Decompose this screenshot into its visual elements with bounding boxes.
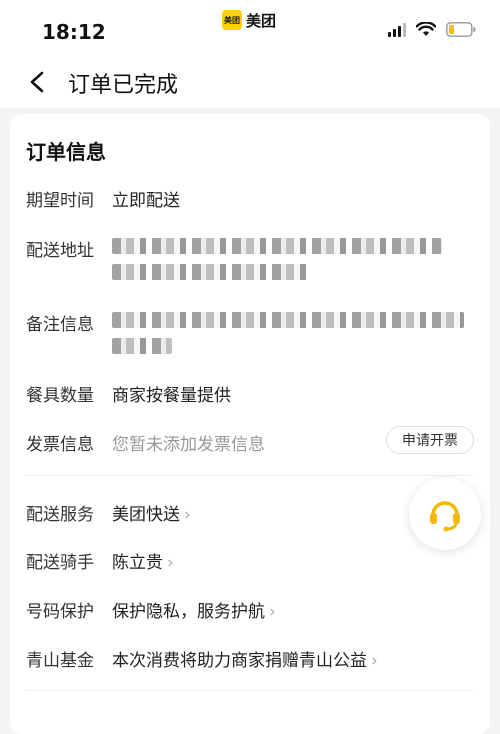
row-value: 陈立贵 › bbox=[112, 548, 174, 573]
order-info-card: 订单信息 期望时间 立即配送 配送地址 备注信息 餐具数量 商家按餐量提供 发票… bbox=[10, 114, 490, 734]
status-bar: 18:12 美团 美团 bbox=[0, 0, 500, 58]
battery-icon bbox=[446, 22, 476, 37]
row-label: 期望时间 bbox=[26, 191, 94, 211]
address-redacted bbox=[112, 264, 312, 280]
row-label: 配送服务 bbox=[26, 505, 94, 525]
row-label: 配送地址 bbox=[26, 241, 94, 261]
wifi-icon bbox=[416, 22, 436, 37]
brand-name: 美团 bbox=[246, 11, 277, 30]
brand-logo: 美团 美团 bbox=[222, 9, 276, 31]
row-label: 配送骑手 bbox=[26, 553, 94, 573]
chevron-right-icon: › bbox=[269, 602, 276, 622]
fund-value: 本次消费将助力商家捐赠青山公益 bbox=[112, 651, 367, 671]
status-icons bbox=[388, 22, 476, 37]
divider bbox=[26, 690, 474, 691]
back-arrow-icon[interactable] bbox=[26, 70, 48, 94]
row-value: 商家按餐量提供 bbox=[112, 386, 231, 406]
signal-icon bbox=[388, 22, 406, 37]
remark-redacted bbox=[112, 338, 172, 354]
brand-logo-icon: 美团 bbox=[222, 10, 242, 30]
address-redacted bbox=[112, 238, 442, 254]
row-label: 备注信息 bbox=[26, 315, 94, 335]
rider-name: 陈立贵 bbox=[112, 553, 163, 573]
customer-service-button[interactable] bbox=[409, 478, 481, 550]
row-value: 本次消费将助力商家捐赠青山公益 › bbox=[112, 646, 378, 671]
row-label: 号码保护 bbox=[26, 602, 94, 622]
row-value: 保护隐私，服务护航 › bbox=[112, 597, 276, 622]
card-title: 订单信息 bbox=[26, 140, 106, 164]
apply-invoice-button[interactable]: 申请开票 bbox=[386, 426, 474, 454]
row-label: 青山基金 bbox=[26, 651, 94, 671]
number-protect-value: 保护隐私，服务护航 bbox=[112, 602, 265, 622]
row-value: 您暂未添加发票信息 bbox=[112, 435, 265, 455]
chevron-right-icon: › bbox=[184, 505, 191, 525]
chevron-right-icon: › bbox=[371, 651, 378, 671]
nav-bar: 订单已完成 bbox=[0, 58, 500, 108]
delivery-service-value: 美团快送 bbox=[112, 505, 180, 525]
chevron-right-icon: › bbox=[167, 553, 174, 573]
divider bbox=[26, 475, 474, 476]
row-value: 立即配送 bbox=[112, 191, 180, 211]
remark-redacted bbox=[112, 312, 464, 328]
row-label: 餐具数量 bbox=[26, 386, 94, 406]
status-time: 18:12 bbox=[42, 20, 106, 44]
row-value: 美团快送 › bbox=[112, 500, 191, 525]
row-label: 发票信息 bbox=[26, 435, 94, 455]
page-title: 订单已完成 bbox=[68, 73, 179, 98]
headset-icon bbox=[430, 501, 460, 532]
